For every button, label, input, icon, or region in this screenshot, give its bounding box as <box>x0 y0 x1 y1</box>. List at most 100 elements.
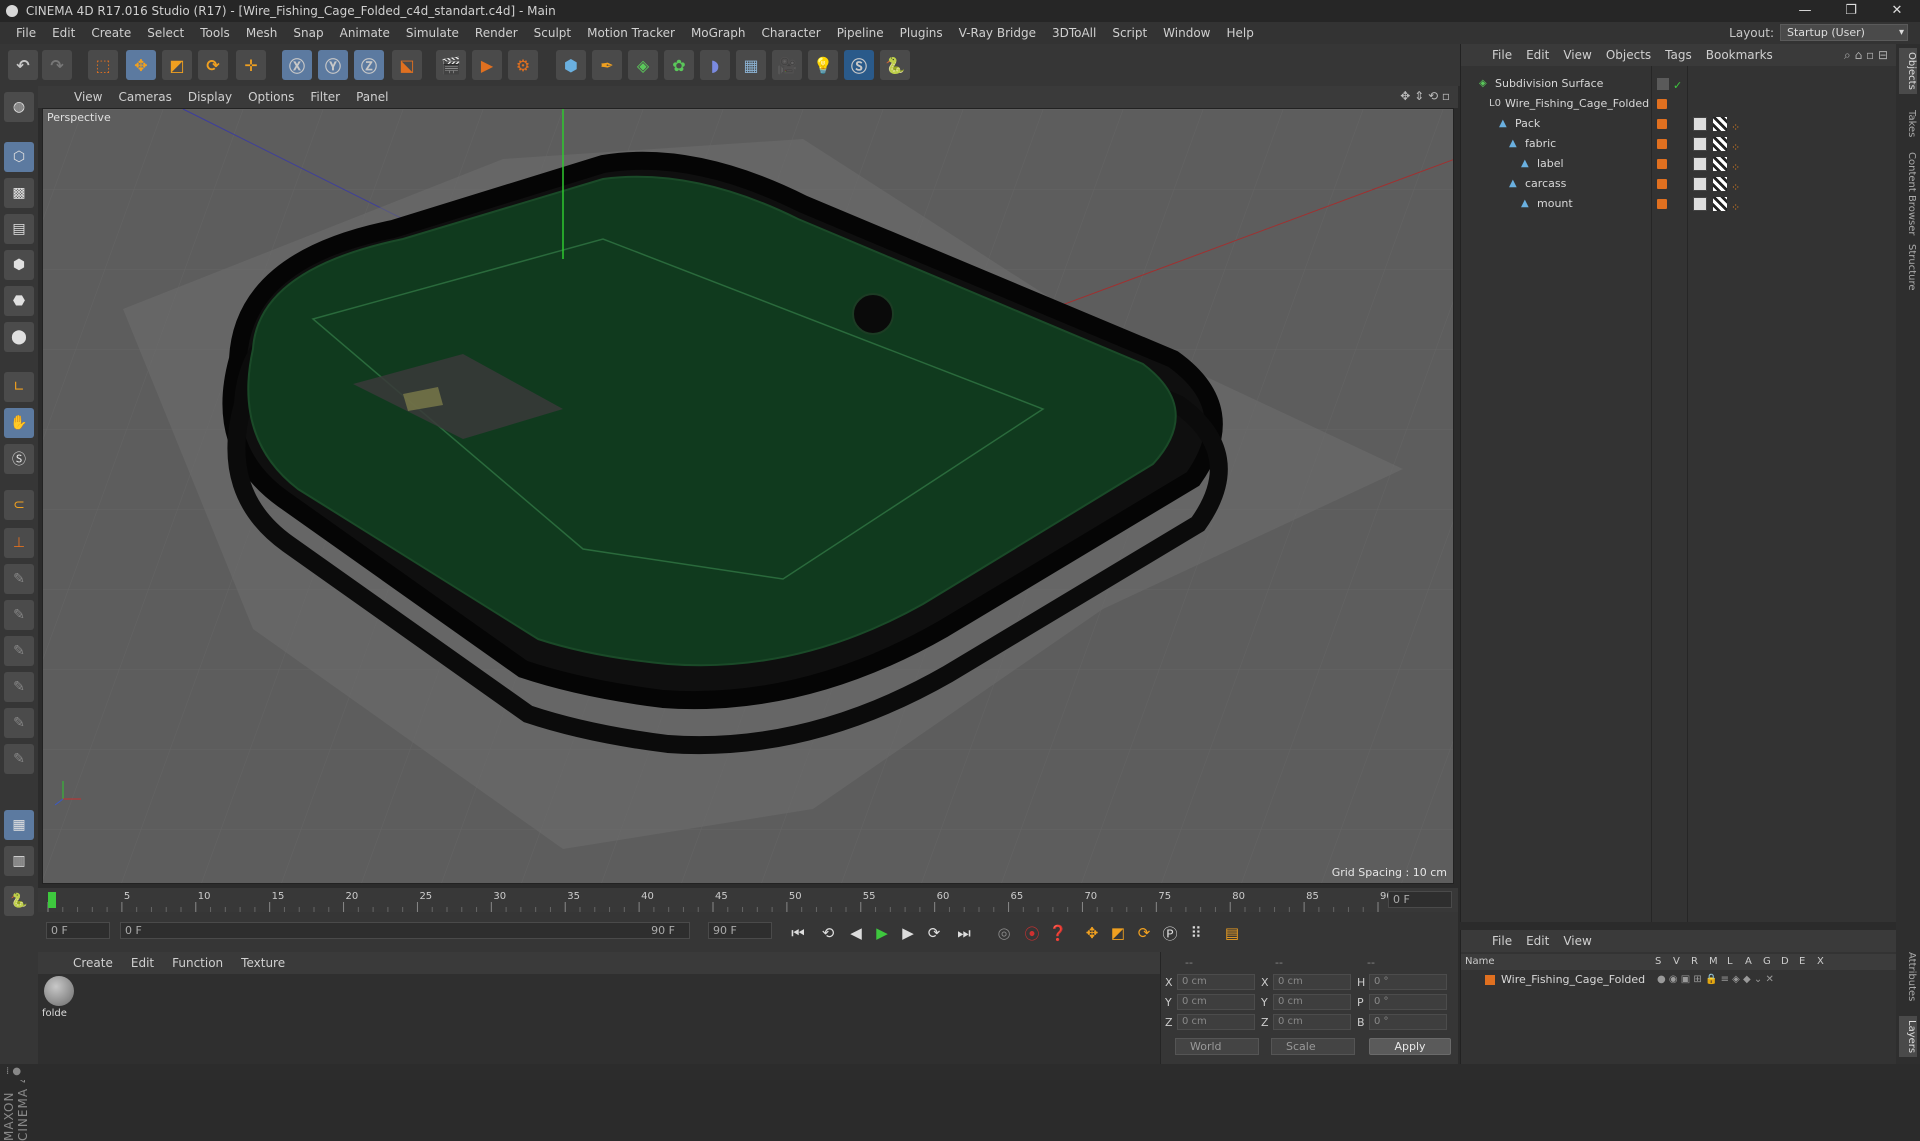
move-icon[interactable]: ✥ <box>126 50 156 80</box>
end-frame-field[interactable]: 90 F <box>708 922 772 939</box>
parameter-key-icon[interactable]: Ⓟ <box>1158 921 1182 945</box>
lock-workplane-icon[interactable]: ▦ <box>4 810 34 840</box>
menu-tools[interactable]: Tools <box>192 26 238 40</box>
subdivision-surface-icon[interactable]: ◈ <box>628 50 658 80</box>
python-script-icon[interactable]: 🐍 <box>4 886 34 916</box>
sculpt-brush-icon[interactable]: ✎ <box>4 564 34 594</box>
menu-pipeline[interactable]: Pipeline <box>829 26 892 40</box>
selection-tag-icon[interactable]: ⁘ <box>1731 198 1740 218</box>
go-to-end-icon[interactable]: ⏭ <box>952 921 976 945</box>
recent-tool-icon[interactable]: ✛ <box>236 50 266 80</box>
autokeying-icon[interactable]: ⦿ <box>1020 921 1044 945</box>
texture-mode-icon[interactable]: ▩ <box>4 178 34 208</box>
material-tag-icon[interactable] <box>1693 157 1707 171</box>
menu-motion-tracker[interactable]: Motion Tracker <box>579 26 683 40</box>
menu-3dtoall[interactable]: 3DToAll <box>1044 26 1104 40</box>
menu-mesh[interactable]: Mesh <box>238 26 286 40</box>
rotate-icon[interactable]: ⟳ <box>198 50 228 80</box>
objects-menu-view[interactable]: View <box>1556 48 1598 62</box>
objects-menu-bookmarks[interactable]: Bookmarks <box>1699 48 1780 62</box>
objects-menu-edit[interactable]: Edit <box>1519 48 1556 62</box>
edges-mode-icon[interactable]: ⬣ <box>4 286 34 316</box>
pull-brush-icon[interactable]: ✎ <box>4 600 34 630</box>
material-menu-texture[interactable]: Texture <box>232 956 294 970</box>
layers-menu-edit[interactable]: Edit <box>1519 934 1556 948</box>
floor-icon[interactable]: ▦ <box>736 50 766 80</box>
layers-menu-view[interactable]: View <box>1556 934 1598 948</box>
object-row-wire-fishing-cage-folded[interactable]: L0 Wire_Fishing_Cage_Folded <box>1461 94 1896 114</box>
layer-color-swatch[interactable] <box>1657 159 1667 169</box>
viewport-menu-view[interactable]: View <box>66 90 110 104</box>
uvw-tag-icon[interactable] <box>1713 117 1727 131</box>
cube-icon[interactable]: ⬢ <box>556 50 586 80</box>
position-key-icon[interactable]: ✥ <box>1080 921 1104 945</box>
previous-key-icon[interactable]: ⟲ <box>816 921 840 945</box>
undo-icon[interactable]: ↶ <box>8 50 38 80</box>
record-keyframe-icon[interactable]: ◎ <box>992 921 1016 945</box>
object-row-subdivision-surface[interactable]: ◈ Subdivision Surface ✓ <box>1461 74 1896 94</box>
points-mode-icon[interactable]: ⬢ <box>4 250 34 280</box>
menu-render[interactable]: Render <box>467 26 526 40</box>
menu-create[interactable]: Create <box>83 26 139 40</box>
x-axis-lock-icon[interactable]: Ⓧ <box>282 50 312 80</box>
objects-menu-objects[interactable]: Objects <box>1599 48 1658 62</box>
menu-animate[interactable]: Animate <box>332 26 398 40</box>
material-name[interactable]: folde <box>42 1008 67 1019</box>
uvw-tag-icon[interactable] <box>1713 197 1727 211</box>
make-editable-icon[interactable]: ◍ <box>4 92 34 122</box>
workplane-icon[interactable]: ⊥ <box>4 528 34 558</box>
z-axis-lock-icon[interactable]: Ⓩ <box>354 50 384 80</box>
menu-character[interactable]: Character <box>753 26 828 40</box>
layer-toggles-icon[interactable]: ● ◉ ▣ ⊞ 🔒 ≡ ◈ ◆ ⌄ ✕ <box>1657 972 1774 988</box>
tab-structure[interactable]: Structure <box>1899 240 1917 295</box>
menu-help[interactable]: Help <box>1218 26 1261 40</box>
align-workplane-icon[interactable]: ▥ <box>4 846 34 876</box>
object-row-mount[interactable]: ▲ mount ⁘ <box>1461 194 1896 214</box>
polygons-mode-icon[interactable]: ⬤ <box>4 322 34 352</box>
menu-script[interactable]: Script <box>1104 26 1155 40</box>
menu-file[interactable]: File <box>8 26 44 40</box>
scale-icon[interactable]: ◩ <box>162 50 192 80</box>
close-button[interactable]: ✕ <box>1874 0 1920 22</box>
snapping-icon[interactable]: ⊂ <box>4 490 34 520</box>
material-menu-function[interactable]: Function <box>163 956 232 970</box>
layer-color-swatch[interactable] <box>1657 199 1667 209</box>
tab-attributes[interactable]: Attributes <box>1899 948 1917 1005</box>
uvw-tag-icon[interactable] <box>1713 157 1727 171</box>
layer-color-swatch[interactable] <box>1657 99 1667 109</box>
axis-mode-icon[interactable]: ∟ <box>4 372 34 402</box>
menu-simulate[interactable]: Simulate <box>398 26 467 40</box>
rotation-key-icon[interactable]: ⟳ <box>1132 921 1156 945</box>
material-tag-icon[interactable] <box>1693 117 1707 131</box>
deformer-icon[interactable]: ◗ <box>700 50 730 80</box>
layer-swatch[interactable] <box>1657 78 1669 90</box>
render-settings-icon[interactable]: ⚙ <box>508 50 538 80</box>
keyframe-selection-icon[interactable]: ❓ <box>1046 921 1070 945</box>
render-view-icon[interactable]: 🎬 <box>436 50 466 80</box>
scale-key-icon[interactable]: ◩ <box>1106 921 1130 945</box>
smooth-brush-icon[interactable]: ✎ <box>4 636 34 666</box>
material-tag-icon[interactable] <box>1693 137 1707 151</box>
previous-frame-icon[interactable]: ◀ <box>844 921 868 945</box>
cloner-icon[interactable]: ✿ <box>664 50 694 80</box>
size-y-field[interactable]: 0 cm <box>1273 994 1351 1010</box>
render-picture-viewer-icon[interactable]: ▶ <box>472 50 502 80</box>
point-level-icon[interactable]: ⠿ <box>1184 921 1208 945</box>
object-row-label[interactable]: ▲ label ⁘ <box>1461 154 1896 174</box>
workplane-mode-icon[interactable]: ▤ <box>4 214 34 244</box>
menu-mograph[interactable]: MoGraph <box>683 26 754 40</box>
camera-icon[interactable]: 🎥 <box>772 50 802 80</box>
transform-mode-dropdown[interactable]: Scale <box>1271 1038 1355 1055</box>
object-row-carcass[interactable]: ▲ carcass ⁘ <box>1461 174 1896 194</box>
solo-mode-icon[interactable]: Ⓢ <box>4 444 34 474</box>
live-selection-icon[interactable]: ⬚ <box>88 50 118 80</box>
material-thumbnail[interactable] <box>44 976 74 1006</box>
redo-icon[interactable]: ↷ <box>42 50 72 80</box>
flatten-brush-icon[interactable]: ✎ <box>4 672 34 702</box>
layer-color-swatch[interactable] <box>1657 179 1667 189</box>
uvw-tag-icon[interactable] <box>1713 177 1727 191</box>
objects-menu-file[interactable]: File <box>1485 48 1519 62</box>
viewport-menu-display[interactable]: Display <box>180 90 240 104</box>
minimize-button[interactable]: — <box>1782 0 1828 22</box>
next-key-icon[interactable]: ⟳ <box>922 921 946 945</box>
